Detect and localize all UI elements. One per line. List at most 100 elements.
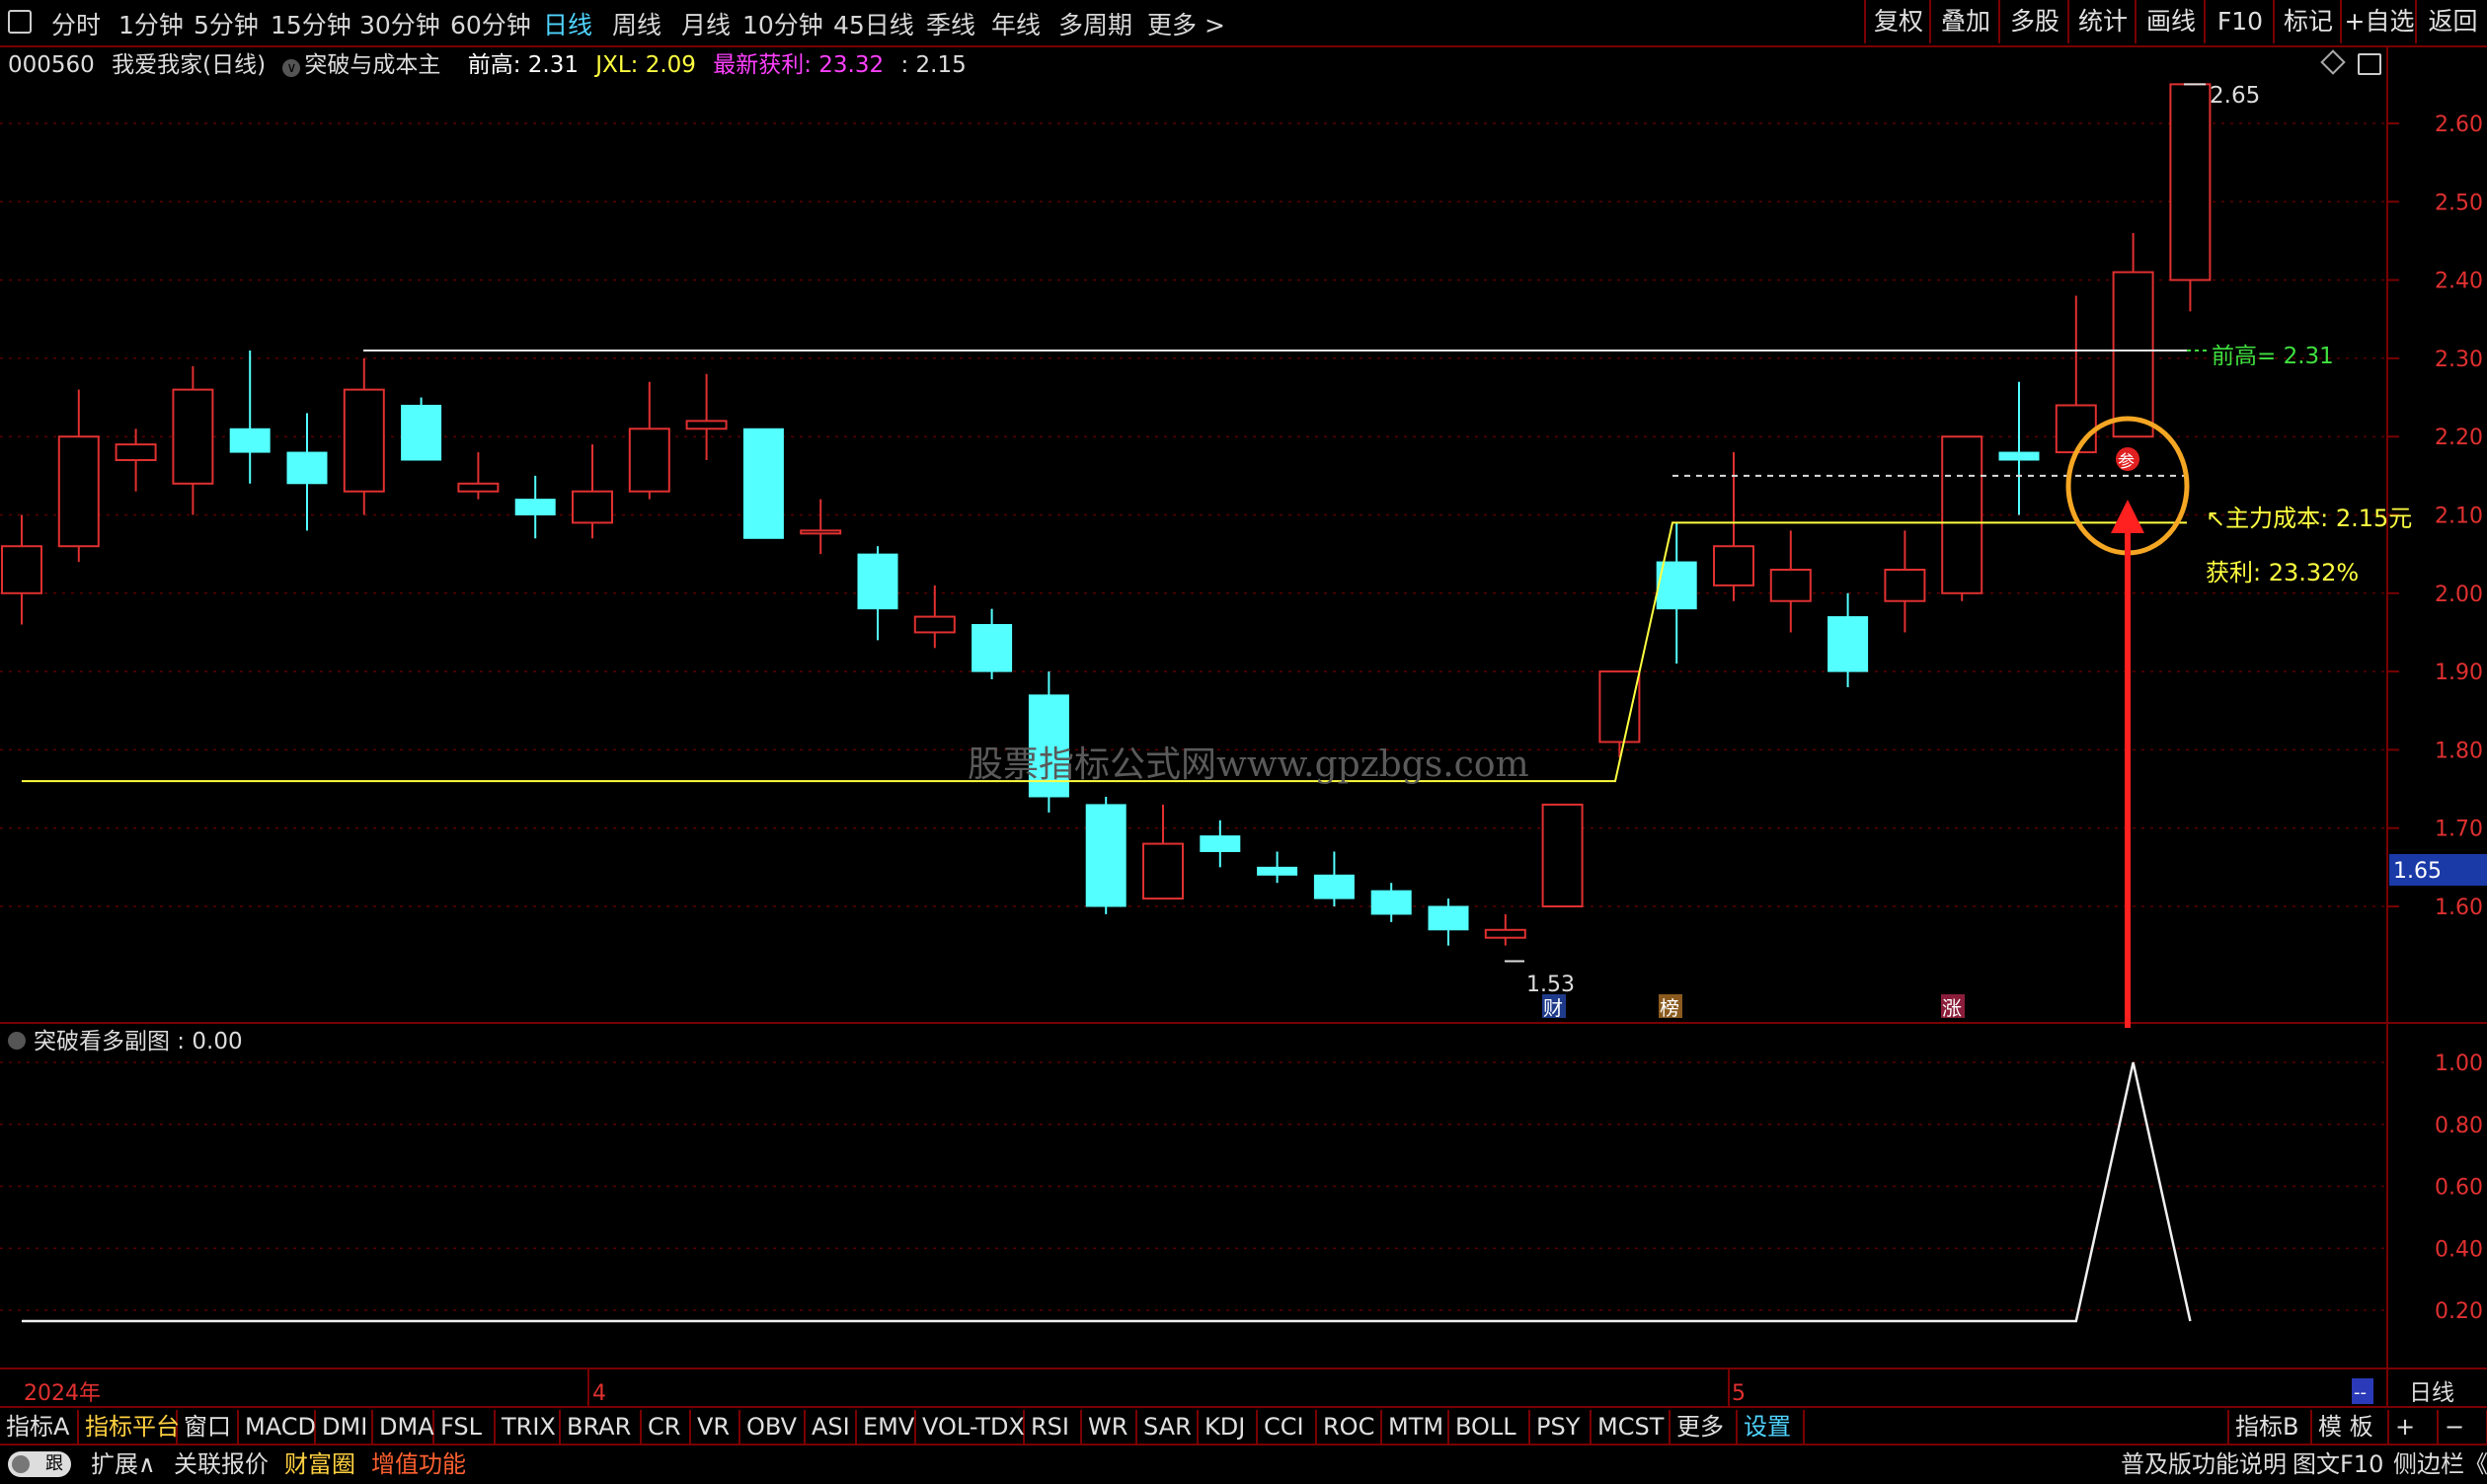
candle[interactable] <box>286 413 328 531</box>
indicator-tab-10[interactable]: VR <box>691 1410 740 1444</box>
indicator-tab-14[interactable]: VOL-TDX <box>916 1410 1025 1444</box>
indicator-tab-5[interactable]: DMA <box>373 1410 434 1444</box>
right-tab-1[interactable]: 模 板 <box>2310 1410 2389 1444</box>
candle[interactable] <box>1428 898 1469 946</box>
candle[interactable] <box>1484 913 1526 946</box>
toggle-switch[interactable]: 跟 <box>8 1451 71 1477</box>
candle[interactable] <box>572 444 613 539</box>
toolbar-button-8[interactable]: 返回 <box>2415 0 2487 43</box>
wealth-circle-button[interactable]: 财富圈 <box>284 1447 355 1481</box>
indicator-tab-18[interactable]: KDJ <box>1199 1410 1258 1444</box>
help-button[interactable]: 普及版功能说明 <box>2121 1447 2287 1481</box>
period-tab-11[interactable]: 季线 <box>926 6 975 41</box>
indicator-tab-25[interactable]: 更多 <box>1671 1410 1738 1444</box>
expand-button[interactable]: 扩展∧ <box>91 1447 156 1481</box>
candle[interactable] <box>1313 851 1355 906</box>
candle[interactable] <box>1884 530 1926 633</box>
indicator-tab-19[interactable]: CCI <box>1258 1410 1317 1444</box>
candle[interactable] <box>2055 295 2097 454</box>
period-tab-6[interactable]: 日线 <box>543 6 592 41</box>
indicator-tab-12[interactable]: ASI <box>806 1410 857 1444</box>
candle[interactable] <box>1713 452 1754 601</box>
toolbar-button-7[interactable]: +自选 <box>2340 0 2417 43</box>
candle[interactable] <box>343 357 385 515</box>
candle[interactable] <box>1028 671 1069 813</box>
sub-dropdown-icon[interactable] <box>8 1032 26 1050</box>
period-tab-13[interactable]: 多周期 <box>1058 6 1132 41</box>
toolbar-button-5[interactable]: F10 <box>2204 0 2275 43</box>
candle[interactable] <box>1769 530 1812 633</box>
period-tab-2[interactable]: 5分钟 <box>194 6 259 41</box>
indicator-tab-4[interactable]: DMI <box>316 1410 373 1444</box>
indicator-tab-7[interactable]: TRIX <box>496 1410 561 1444</box>
indicator-tab-24[interactable]: MCST <box>1592 1410 1671 1444</box>
toolbar-button-0[interactable]: 复权 <box>1864 0 1931 43</box>
indicator-tab-11[interactable]: OBV <box>740 1410 806 1444</box>
candle[interactable] <box>685 373 728 460</box>
candle[interactable] <box>229 350 271 484</box>
candle[interactable] <box>1656 522 1697 664</box>
toolbar-button-3[interactable]: 统计 <box>2067 0 2137 43</box>
indicator-tab-6[interactable]: FSL <box>434 1410 496 1444</box>
period-tab-14[interactable]: 更多 > <box>1147 6 1225 41</box>
toolbar-button-1[interactable]: 叠加 <box>1929 0 2000 43</box>
indicator-tab-13[interactable]: EMV <box>857 1410 916 1444</box>
indicator-tab-17[interactable]: SAR <box>1137 1410 1199 1444</box>
period-tab-12[interactable]: 年线 <box>991 6 1041 41</box>
period-tab-1[interactable]: 1分钟 <box>118 6 184 41</box>
indicator-tab-26[interactable]: 设置 <box>1738 1410 1805 1444</box>
period-tab-4[interactable]: 30分钟 <box>359 6 440 41</box>
indicator-tab-9[interactable]: CR <box>642 1410 691 1444</box>
period-tab-5[interactable]: 60分钟 <box>450 6 531 41</box>
candle[interactable] <box>1370 883 1412 922</box>
candle[interactable] <box>1257 851 1298 884</box>
candle[interactable] <box>1200 820 1241 868</box>
candle[interactable] <box>2169 83 2212 312</box>
period-tab-3[interactable]: 15分钟 <box>271 6 351 41</box>
period-tab-9[interactable]: 10分钟 <box>742 6 823 41</box>
related-quote-button[interactable]: 关联报价 <box>174 1447 269 1481</box>
indicator-tab-16[interactable]: WR <box>1082 1410 1137 1444</box>
right-tab-2[interactable]: + <box>2387 1410 2439 1444</box>
menu-icon[interactable] <box>8 10 32 34</box>
candle[interactable] <box>1827 592 1869 687</box>
candle[interactable] <box>742 428 784 539</box>
indicator-tab-2[interactable]: 窗口 <box>178 1410 239 1444</box>
indicator-tab-8[interactable]: BRAR <box>561 1410 642 1444</box>
right-tab-3[interactable]: − <box>2437 1410 2487 1444</box>
candle[interactable] <box>172 365 214 515</box>
period-tab-10[interactable]: 45日线 <box>833 6 914 41</box>
candle[interactable] <box>857 546 898 641</box>
toolbar-button-2[interactable]: 多股 <box>1998 0 2069 43</box>
candle[interactable] <box>115 429 157 492</box>
candle[interactable] <box>514 475 556 539</box>
candle[interactable] <box>401 397 442 461</box>
candle[interactable] <box>913 585 956 649</box>
candle[interactable] <box>1085 796 1127 914</box>
candle[interactable] <box>800 499 842 555</box>
period-tab-0[interactable]: 分时 <box>51 6 101 41</box>
candle[interactable] <box>971 608 1013 680</box>
indicator-tab-0[interactable]: 指标A <box>0 1410 79 1444</box>
candle[interactable] <box>1541 803 1584 907</box>
indicator-tab-20[interactable]: ROC <box>1317 1410 1382 1444</box>
candle[interactable] <box>2112 233 2154 438</box>
value-add-button[interactable]: 增值功能 <box>371 1447 466 1481</box>
indicator-tab-23[interactable]: PSY <box>1530 1410 1592 1444</box>
candle[interactable] <box>1998 381 2040 515</box>
candle[interactable] <box>57 389 100 563</box>
candle[interactable] <box>1941 435 1983 601</box>
indicator-tab-15[interactable]: RSI <box>1025 1410 1082 1444</box>
toolbar-button-4[interactable]: 画线 <box>2135 0 2206 43</box>
toolbar-button-6[interactable]: 标记 <box>2273 0 2342 43</box>
candle[interactable] <box>1598 670 1641 758</box>
indicator-tab-21[interactable]: MTM <box>1382 1410 1449 1444</box>
indicator-tab-3[interactable]: MACD <box>239 1410 316 1444</box>
candle[interactable] <box>1 514 42 625</box>
f10-button[interactable]: 图文F10 <box>2293 1447 2383 1481</box>
period-tab-8[interactable]: 月线 <box>681 6 731 41</box>
indicator-tab-1[interactable]: 指标平台 <box>79 1410 180 1444</box>
indicator-tab-22[interactable]: BOLL <box>1449 1410 1530 1444</box>
right-tab-0[interactable]: 指标B <box>2227 1410 2312 1444</box>
period-tab-7[interactable]: 周线 <box>612 6 661 41</box>
